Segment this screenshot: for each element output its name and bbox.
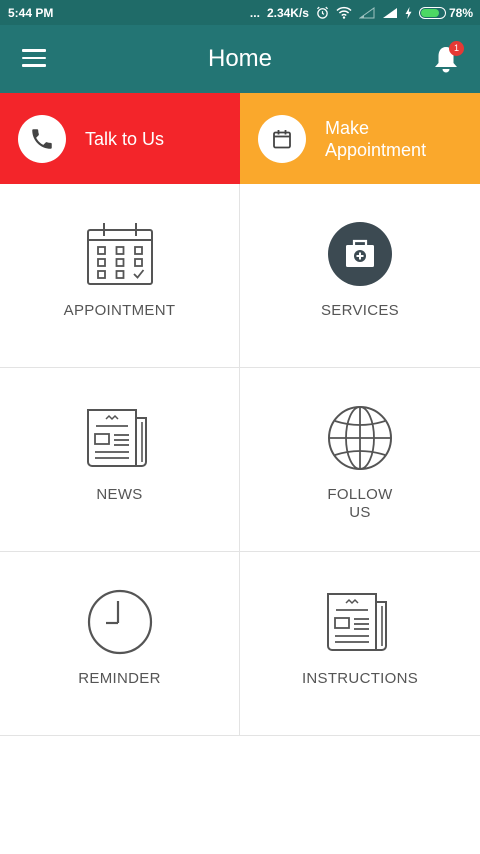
appointment-tile[interactable]: APPOINTMENT	[0, 184, 240, 367]
globe-icon	[326, 404, 394, 472]
make-appointment-label: Make Appointment	[325, 117, 427, 160]
notification-button[interactable]: 1	[430, 41, 464, 75]
status-dots: ...	[249, 5, 260, 20]
wifi-icon	[336, 6, 352, 19]
battery-percent: 78%	[448, 5, 473, 20]
talk-to-us-label: Talk to Us	[85, 128, 165, 149]
make-appointment-button[interactable]: Make Appointment	[240, 93, 480, 184]
follow-us-label: FOLLOW US	[327, 486, 393, 521]
grid-row: APPOINTMENT SERVICES	[0, 184, 480, 368]
grid-row: REMINDER INSTRUCTIONS	[0, 552, 480, 736]
appointment-label: APPOINTMENT	[63, 302, 176, 319]
news-tile[interactable]: NEWS	[0, 368, 240, 551]
phone-icon	[32, 128, 52, 149]
calendar-icon-circle	[258, 114, 306, 163]
alarm-icon	[316, 6, 328, 19]
follow-us-tile[interactable]: FOLLOW US	[240, 368, 480, 551]
signal-weak-icon	[358, 6, 375, 18]
home-grid: APPOINTMENT SERVICES NEWS FOLLOW US REMI…	[0, 184, 480, 736]
status-bar: 5:44 PM ... 2.34K/s 78%	[0, 0, 480, 25]
newspaper-icon	[86, 404, 154, 472]
network-speed: 2.34K/s	[266, 5, 309, 20]
clock-icon	[86, 588, 154, 656]
medical-kit-icon	[326, 220, 394, 288]
battery-indicator: 78%	[418, 5, 473, 20]
talk-to-us-button[interactable]: Talk to Us	[0, 93, 240, 184]
services-label: SERVICES	[321, 302, 399, 319]
battery-level-fill	[420, 8, 439, 17]
battery-icon	[418, 6, 446, 19]
notification-badge: 1	[449, 41, 464, 56]
app-bar: Home 1	[0, 25, 480, 93]
charging-icon	[405, 6, 412, 19]
phone-icon-circle	[18, 114, 66, 163]
instructions-label: INSTRUCTIONS	[301, 670, 419, 687]
signal-strong-icon	[382, 7, 397, 18]
instructions-document-icon	[326, 588, 394, 656]
grid-row: NEWS FOLLOW US	[0, 368, 480, 552]
menu-icon[interactable]	[22, 49, 46, 69]
status-time: 5:44 PM	[8, 5, 54, 20]
calendar-icon	[273, 129, 291, 148]
news-label: NEWS	[96, 486, 143, 503]
appointment-calendar-icon	[86, 220, 154, 288]
quick-actions: Talk to Us Make Appointment	[0, 93, 480, 184]
instructions-tile[interactable]: INSTRUCTIONS	[240, 552, 480, 735]
reminder-label: REMINDER	[78, 670, 161, 687]
services-tile[interactable]: SERVICES	[240, 184, 480, 367]
reminder-tile[interactable]: REMINDER	[0, 552, 240, 735]
page-title: Home	[207, 45, 273, 72]
status-icons: ... 2.34K/s 78%	[250, 6, 473, 20]
